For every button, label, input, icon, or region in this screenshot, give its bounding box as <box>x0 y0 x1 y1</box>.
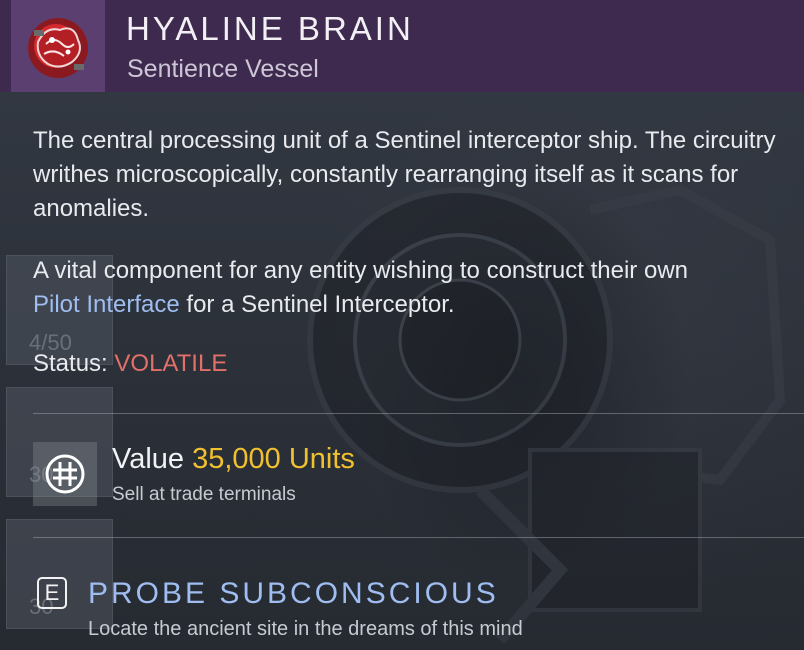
units-icon-frame <box>33 442 97 506</box>
value-label: Value <box>112 443 185 475</box>
divider <box>33 413 804 414</box>
pilot-interface-link[interactable]: Pilot Interface <box>33 291 180 318</box>
divider <box>33 537 804 538</box>
item-icon-frame <box>11 0 105 92</box>
item-header: HYALINE BRAIN Sentience Vessel <box>0 0 804 92</box>
status-line: Status: VOLATILE <box>33 350 227 378</box>
action-subtext: Locate the ancient site in the dreams of… <box>88 618 523 640</box>
item-usage-description: A vital component for any entity wishing… <box>33 254 793 322</box>
status-label: Status: <box>33 350 108 377</box>
value-subtext: Sell at trade terminals <box>112 484 296 505</box>
units-currency-icon <box>45 454 85 494</box>
usage-text-prefix: A vital component for any entity wishing… <box>33 257 688 284</box>
usage-text-suffix: for a Sentinel Interceptor. <box>179 291 455 318</box>
background-slot: 30 <box>6 519 113 629</box>
value-line: Value 35,000 Units <box>112 443 355 476</box>
status-value: VOLATILE <box>114 350 228 377</box>
probe-subconscious-action[interactable]: PROBE SUBCONSCIOUS <box>88 577 499 611</box>
e-key-prompt[interactable]: E <box>37 577 67 609</box>
item-category: Sentience Vessel <box>127 55 319 83</box>
hyaline-brain-icon <box>28 18 88 78</box>
item-description: The central processing unit of a Sentine… <box>33 127 776 222</box>
item-title: HYALINE BRAIN <box>126 10 414 47</box>
value-amount: 35,000 Units <box>192 443 355 475</box>
